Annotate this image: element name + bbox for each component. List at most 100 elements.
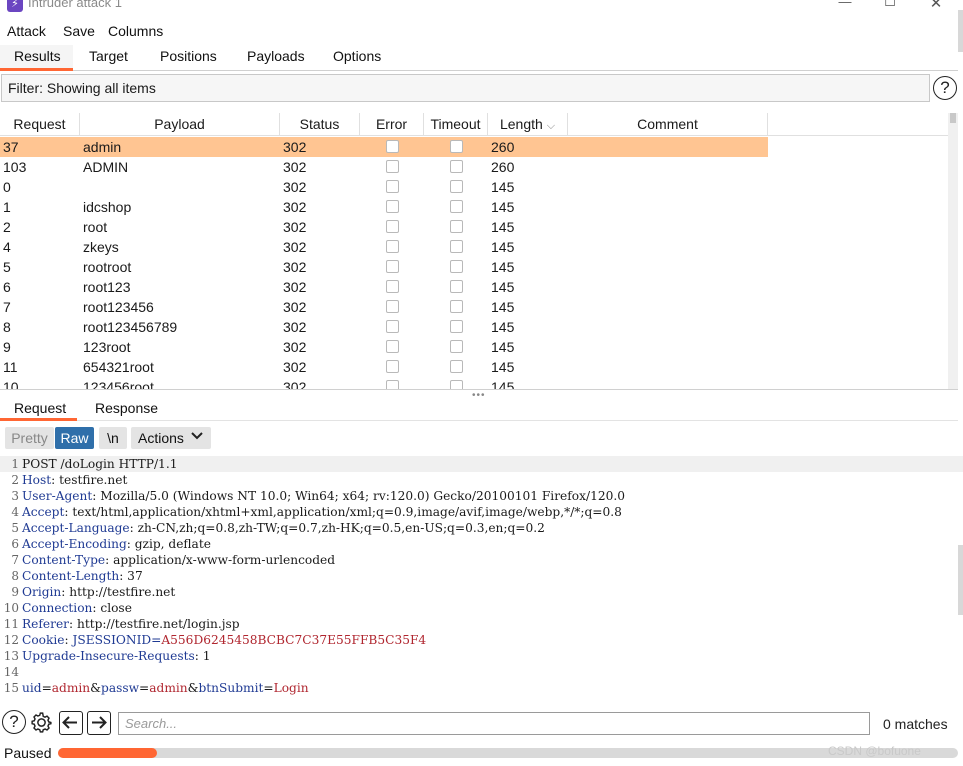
timeout-checkbox[interactable]	[450, 140, 463, 153]
timeout-checkbox[interactable]	[450, 380, 463, 389]
menu-save[interactable]: Save	[63, 23, 95, 39]
error-checkbox[interactable]	[386, 180, 399, 193]
timeout-checkbox[interactable]	[450, 180, 463, 193]
column-header-comment[interactable]: Comment	[568, 113, 768, 136]
timeout-checkbox[interactable]	[450, 240, 463, 253]
filter-bar[interactable]: Filter: Showing all items	[1, 74, 930, 102]
header-name: Accept	[22, 505, 65, 519]
timeout-checkbox[interactable]	[450, 340, 463, 353]
table-row[interactable]: 103 ADMIN 302 260	[0, 157, 958, 177]
timeout-checkbox[interactable]	[450, 320, 463, 333]
timeout-checkbox[interactable]	[450, 160, 463, 173]
chevron-down-icon	[191, 427, 203, 449]
error-checkbox[interactable]	[386, 340, 399, 353]
table-row[interactable]: 7 root123456 302 145	[0, 297, 958, 317]
error-checkbox[interactable]	[386, 160, 399, 173]
line-content: Accept-Encoding: gzip, deflate	[22, 537, 211, 551]
help-icon[interactable]: ?	[2, 710, 26, 734]
window-scrollbar[interactable]	[958, 10, 963, 52]
previous-match-button[interactable]	[59, 711, 83, 735]
timeout-checkbox[interactable]	[450, 200, 463, 213]
editor-scrollbar[interactable]	[958, 545, 963, 615]
column-header-error[interactable]: Error	[360, 113, 424, 136]
help-icon[interactable]: ?	[933, 76, 957, 100]
column-header-status[interactable]: Status	[280, 113, 360, 136]
table-row[interactable]: 2 root 302 145	[0, 217, 958, 237]
tab-request[interactable]: Request	[14, 400, 66, 416]
gear-icon[interactable]	[29, 710, 54, 735]
match-count: 0 matches	[883, 716, 948, 732]
line-number: 10	[3, 601, 19, 615]
minimize-button[interactable]: —	[835, 0, 855, 10]
cell-payload: 123456root	[83, 379, 154, 390]
table-row[interactable]: 1 idcshop 302 145	[0, 197, 958, 217]
timeout-checkbox[interactable]	[450, 260, 463, 273]
cell-request: 2	[3, 219, 11, 235]
tab-results[interactable]: Results	[14, 48, 61, 64]
cell-status: 302	[283, 259, 307, 275]
active-tab-indicator	[0, 68, 73, 71]
raw-button[interactable]: Raw	[55, 427, 94, 449]
error-checkbox[interactable]	[386, 200, 399, 213]
line-number: 12	[3, 633, 19, 647]
search-input[interactable]: Search...	[118, 712, 870, 735]
header-value: application/x-www-form-urlencoded	[109, 553, 336, 567]
cell-request: 37	[3, 139, 19, 155]
table-row[interactable]: 4 zkeys 302 145	[0, 237, 958, 257]
timeout-checkbox[interactable]	[450, 280, 463, 293]
close-button[interactable]: ✕	[926, 0, 946, 12]
table-row[interactable]: 5 rootroot 302 145	[0, 257, 958, 277]
show-newlines-button[interactable]: \n	[99, 427, 127, 449]
table-row[interactable]: 6 root123 302 145	[0, 277, 958, 297]
error-checkbox[interactable]	[386, 260, 399, 273]
error-checkbox[interactable]	[386, 280, 399, 293]
error-checkbox[interactable]	[386, 220, 399, 233]
error-checkbox[interactable]	[386, 380, 399, 389]
timeout-checkbox[interactable]	[450, 360, 463, 373]
header-value: http://testfire.net/login.jsp	[73, 617, 240, 631]
table-row[interactable]: 0 302 145	[0, 177, 958, 197]
header-name: Cookie	[22, 633, 65, 647]
menu-attack[interactable]: Attack	[7, 23, 46, 39]
actions-dropdown[interactable]: Actions	[131, 427, 211, 449]
tab-positions[interactable]: Positions	[160, 48, 217, 64]
error-checkbox[interactable]	[386, 240, 399, 253]
tab-target[interactable]: Target	[89, 48, 128, 64]
line-number: 11	[3, 617, 19, 631]
table-scrollbar-thumb[interactable]	[950, 113, 956, 123]
table-scrollbar[interactable]	[948, 113, 958, 389]
watermark: CSDN @bofuone	[828, 744, 921, 758]
table-row[interactable]: 9 123root 302 145	[0, 337, 958, 357]
editor-line: 15 uid=admin&passw=admin&btnSubmit=Login	[0, 680, 963, 696]
editor-line: 5 Accept-Language: zh-CN,zh;q=0.8,zh-TW;q…	[0, 520, 963, 536]
menu-columns[interactable]: Columns	[108, 23, 163, 39]
column-header-length[interactable]: Length ⌵	[488, 113, 568, 136]
column-header-request[interactable]: Request	[0, 113, 80, 136]
tab-response[interactable]: Response	[95, 400, 158, 416]
timeout-checkbox[interactable]	[450, 220, 463, 233]
table-row[interactable]: 10 123456root 302 145	[0, 377, 958, 390]
line-number: 5	[11, 521, 19, 535]
error-checkbox[interactable]	[386, 320, 399, 333]
cell-request: 10	[3, 379, 19, 390]
error-checkbox[interactable]	[386, 360, 399, 373]
tab-options[interactable]: Options	[333, 48, 381, 64]
column-header-timeout[interactable]: Timeout	[424, 113, 488, 136]
table-row[interactable]: 8 root123456789 302 145	[0, 317, 958, 337]
error-checkbox[interactable]	[386, 300, 399, 313]
pretty-button[interactable]: Pretty	[5, 427, 54, 449]
table-row[interactable]: 37 admin 302 260	[0, 137, 768, 157]
line-content: User-Agent: Mozilla/5.0 (Windows NT 10.0…	[22, 489, 625, 503]
cell-payload: 123root	[83, 339, 131, 355]
column-header-payload[interactable]: Payload	[80, 113, 280, 136]
header-value: close	[96, 601, 132, 615]
tab-payloads[interactable]: Payloads	[247, 48, 305, 64]
error-checkbox[interactable]	[386, 140, 399, 153]
table-row[interactable]: 11 654321root 302 145	[0, 357, 958, 377]
timeout-checkbox[interactable]	[450, 300, 463, 313]
line-number: 2	[11, 473, 19, 487]
line-number: 1	[11, 457, 19, 471]
request-editor[interactable]: 1 POST /doLogin HTTP/1.1 2 Host: testfire.n…	[0, 456, 963, 706]
next-match-button[interactable]	[87, 711, 111, 735]
maximize-button[interactable]: ☐	[880, 0, 900, 10]
